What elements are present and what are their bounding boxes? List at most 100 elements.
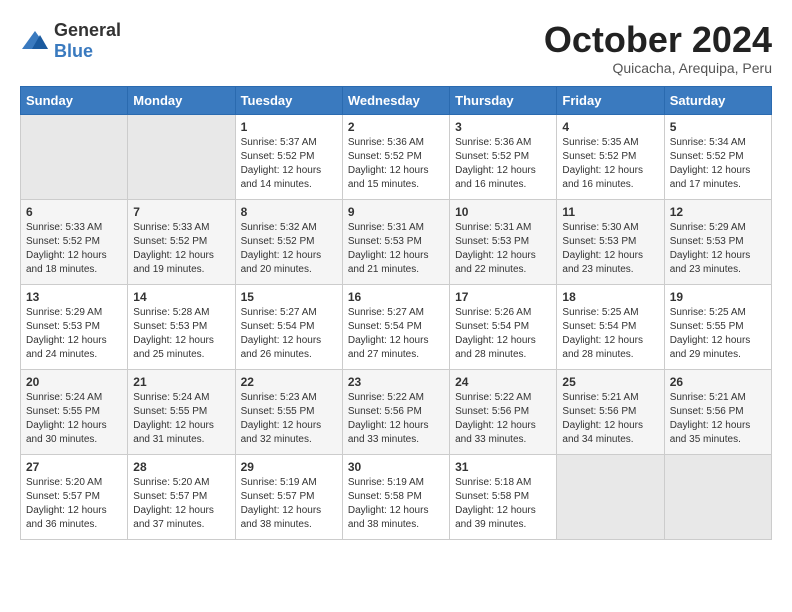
- day-info: Sunrise: 5:21 AMSunset: 5:56 PMDaylight:…: [562, 391, 658, 447]
- day-number: 3: [455, 120, 551, 134]
- day-info: Sunrise: 5:31 AMSunset: 5:53 PMDaylight:…: [455, 221, 551, 277]
- calendar-cell: 7Sunrise: 5:33 AMSunset: 5:52 PMDaylight…: [128, 199, 235, 284]
- day-number: 30: [348, 460, 444, 474]
- day-number: 28: [133, 460, 229, 474]
- calendar-table: SundayMondayTuesdayWednesdayThursdayFrid…: [20, 86, 772, 540]
- day-info: Sunrise: 5:26 AMSunset: 5:54 PMDaylight:…: [455, 306, 551, 362]
- day-info: Sunrise: 5:19 AMSunset: 5:58 PMDaylight:…: [348, 476, 444, 532]
- day-info: Sunrise: 5:33 AMSunset: 5:52 PMDaylight:…: [133, 221, 229, 277]
- title-block: October 2024 Quicacha, Arequipa, Peru: [544, 20, 772, 76]
- calendar-cell: 8 Sunrise: 5:32 AMSunset: 5:52 PMDaylight…: [235, 199, 342, 284]
- calendar-cell: 1Sunrise: 5:37 AMSunset: 5:52 PMDaylight…: [235, 114, 342, 199]
- day-info: Sunrise: 5:25 AMSunset: 5:54 PMDaylight:…: [562, 306, 658, 362]
- calendar-cell: 15 Sunrise: 5:27 AMSunset: 5:54 PMDayligh…: [235, 284, 342, 369]
- weekday-header: Sunday: [21, 86, 128, 114]
- day-info: Sunrise: 5:32 AMSunset: 5:52 PMDaylight:…: [241, 221, 337, 277]
- day-info: Sunrise: 5:30 AMSunset: 5:53 PMDaylight:…: [562, 221, 658, 277]
- calendar-cell: 27 Sunrise: 5:20 AMSunset: 5:57 PMDayligh…: [21, 454, 128, 539]
- day-number: 11: [562, 205, 658, 219]
- page-header: General Blue October 2024 Quicacha, Areq…: [20, 20, 772, 76]
- calendar-cell: 16 Sunrise: 5:27 AMSunset: 5:54 PMDayligh…: [342, 284, 449, 369]
- logo-blue: Blue: [54, 41, 93, 61]
- calendar-cell: 22 Sunrise: 5:23 AMSunset: 5:55 PMDayligh…: [235, 369, 342, 454]
- weekday-header: Saturday: [664, 86, 771, 114]
- day-number: 6: [26, 205, 122, 219]
- calendar-cell: 3 Sunrise: 5:36 AMSunset: 5:52 PMDaylight…: [450, 114, 557, 199]
- day-info: Sunrise: 5:27 AMSunset: 5:54 PMDaylight:…: [241, 306, 337, 362]
- logo-icon: [20, 29, 50, 53]
- day-info: Sunrise: 5:27 AMSunset: 5:54 PMDaylight:…: [348, 306, 444, 362]
- calendar-week-row: 1Sunrise: 5:37 AMSunset: 5:52 PMDaylight…: [21, 114, 772, 199]
- calendar-cell: [128, 114, 235, 199]
- day-info: Sunrise: 5:20 AMSunset: 5:57 PMDaylight:…: [26, 476, 122, 532]
- calendar-cell: 13 Sunrise: 5:29 AMSunset: 5:53 PMDayligh…: [21, 284, 128, 369]
- calendar-cell: 17 Sunrise: 5:26 AMSunset: 5:54 PMDayligh…: [450, 284, 557, 369]
- calendar-cell: [557, 454, 664, 539]
- calendar-week-row: 20 Sunrise: 5:24 AMSunset: 5:55 PMDayligh…: [21, 369, 772, 454]
- calendar-cell: 25 Sunrise: 5:21 AMSunset: 5:56 PMDayligh…: [557, 369, 664, 454]
- day-info: Sunrise: 5:23 AMSunset: 5:55 PMDaylight:…: [241, 391, 337, 447]
- day-number: 26: [670, 375, 766, 389]
- day-info: Sunrise: 5:19 AMSunset: 5:57 PMDaylight:…: [241, 476, 337, 532]
- day-number: 12: [670, 205, 766, 219]
- day-info: Sunrise: 5:24 AMSunset: 5:55 PMDaylight:…: [26, 391, 122, 447]
- calendar-cell: 19Sunrise: 5:25 AMSunset: 5:55 PMDayligh…: [664, 284, 771, 369]
- calendar-cell: 24Sunrise: 5:22 AMSunset: 5:56 PMDayligh…: [450, 369, 557, 454]
- calendar-cell: [664, 454, 771, 539]
- day-number: 5: [670, 120, 766, 134]
- day-number: 15: [241, 290, 337, 304]
- day-number: 9: [348, 205, 444, 219]
- day-number: 4: [562, 120, 658, 134]
- day-info: Sunrise: 5:20 AMSunset: 5:57 PMDaylight:…: [133, 476, 229, 532]
- calendar-cell: 18 Sunrise: 5:25 AMSunset: 5:54 PMDayligh…: [557, 284, 664, 369]
- day-number: 2: [348, 120, 444, 134]
- calendar-cell: 20 Sunrise: 5:24 AMSunset: 5:55 PMDayligh…: [21, 369, 128, 454]
- calendar-cell: [21, 114, 128, 199]
- weekday-header: Friday: [557, 86, 664, 114]
- day-number: 13: [26, 290, 122, 304]
- day-number: 20: [26, 375, 122, 389]
- calendar-cell: 4Sunrise: 5:35 AMSunset: 5:52 PMDaylight…: [557, 114, 664, 199]
- day-number: 18: [562, 290, 658, 304]
- day-info: Sunrise: 5:37 AMSunset: 5:52 PMDaylight:…: [241, 136, 337, 192]
- day-number: 25: [562, 375, 658, 389]
- day-number: 27: [26, 460, 122, 474]
- logo-general: General: [54, 20, 121, 40]
- day-number: 23: [348, 375, 444, 389]
- day-info: Sunrise: 5:24 AMSunset: 5:55 PMDaylight:…: [133, 391, 229, 447]
- day-info: Sunrise: 5:29 AMSunset: 5:53 PMDaylight:…: [670, 221, 766, 277]
- calendar-body: 1Sunrise: 5:37 AMSunset: 5:52 PMDaylight…: [21, 114, 772, 539]
- day-info: Sunrise: 5:28 AMSunset: 5:53 PMDaylight:…: [133, 306, 229, 362]
- day-info: Sunrise: 5:25 AMSunset: 5:55 PMDaylight:…: [670, 306, 766, 362]
- location: Quicacha, Arequipa, Peru: [544, 60, 772, 76]
- day-info: Sunrise: 5:22 AMSunset: 5:56 PMDaylight:…: [348, 391, 444, 447]
- calendar-cell: 14Sunrise: 5:28 AMSunset: 5:53 PMDayligh…: [128, 284, 235, 369]
- calendar-cell: 6Sunrise: 5:33 AMSunset: 5:52 PMDaylight…: [21, 199, 128, 284]
- weekday-header: Thursday: [450, 86, 557, 114]
- calendar-cell: 21 Sunrise: 5:24 AMSunset: 5:55 PMDayligh…: [128, 369, 235, 454]
- calendar-week-row: 6 Sunrise: 5:33 AMSunset: 5:52 PMDaylight…: [21, 199, 772, 284]
- calendar-cell: 31Sunrise: 5:18 AMSunset: 5:58 PMDayligh…: [450, 454, 557, 539]
- day-number: 8: [241, 205, 337, 219]
- calendar-cell: 11 Sunrise: 5:30 AMSunset: 5:53 PMDayligh…: [557, 199, 664, 284]
- day-info: Sunrise: 5:36 AMSunset: 5:52 PMDaylight:…: [348, 136, 444, 192]
- day-number: 17: [455, 290, 551, 304]
- day-number: 16: [348, 290, 444, 304]
- calendar-cell: 28 Sunrise: 5:20 AMSunset: 5:57 PMDayligh…: [128, 454, 235, 539]
- day-number: 10: [455, 205, 551, 219]
- day-info: Sunrise: 5:18 AMSunset: 5:58 PMDaylight:…: [455, 476, 551, 532]
- day-number: 29: [241, 460, 337, 474]
- calendar-cell: 29 Sunrise: 5:19 AMSunset: 5:57 PMDayligh…: [235, 454, 342, 539]
- month-year: October 2024: [544, 20, 772, 60]
- calendar-cell: 30 Sunrise: 5:19 AMSunset: 5:58 PMDayligh…: [342, 454, 449, 539]
- weekday-header: Wednesday: [342, 86, 449, 114]
- day-number: 21: [133, 375, 229, 389]
- weekday-row: SundayMondayTuesdayWednesdayThursdayFrid…: [21, 86, 772, 114]
- calendar-cell: 26Sunrise: 5:21 AMSunset: 5:56 PMDayligh…: [664, 369, 771, 454]
- weekday-header: Monday: [128, 86, 235, 114]
- day-info: Sunrise: 5:29 AMSunset: 5:53 PMDaylight:…: [26, 306, 122, 362]
- day-number: 22: [241, 375, 337, 389]
- day-info: Sunrise: 5:34 AMSunset: 5:52 PMDaylight:…: [670, 136, 766, 192]
- day-info: Sunrise: 5:36 AMSunset: 5:52 PMDaylight:…: [455, 136, 551, 192]
- calendar-cell: 9Sunrise: 5:31 AMSunset: 5:53 PMDaylight…: [342, 199, 449, 284]
